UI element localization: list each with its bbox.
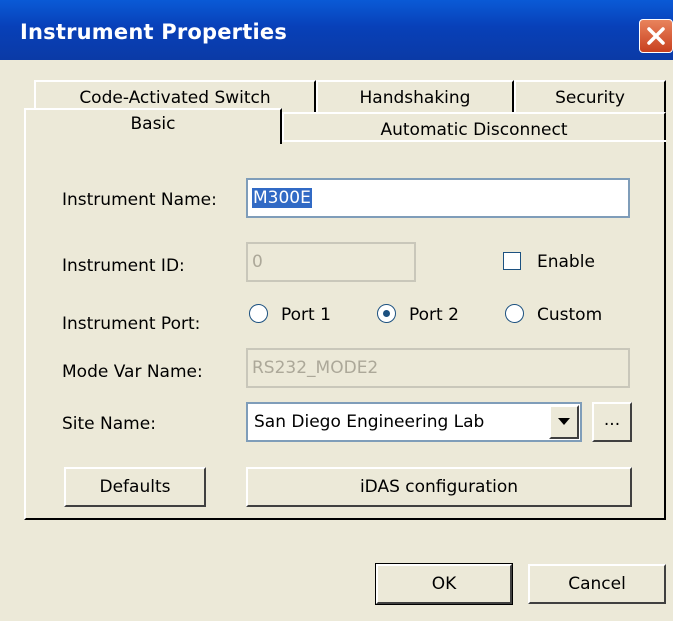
tab-label: Automatic Disconnect xyxy=(380,120,568,140)
tab-basic[interactable]: Basic xyxy=(24,108,282,144)
tab-label: Security xyxy=(555,88,625,108)
chevron-down-icon[interactable] xyxy=(549,405,579,439)
instrument-port-label: Instrument Port: xyxy=(62,314,201,334)
site-name-value: San Diego Engineering Lab xyxy=(254,412,485,432)
ok-button[interactable]: OK xyxy=(375,563,513,605)
enable-label: Enable xyxy=(537,252,595,272)
custom-label: Custom xyxy=(537,305,603,325)
port-1-radio[interactable] xyxy=(249,304,268,323)
port-2-radio[interactable] xyxy=(377,304,396,323)
cancel-button[interactable]: Cancel xyxy=(528,564,666,604)
mode-var-name-input[interactable]: RS232_MODE2 xyxy=(246,348,630,388)
title-bar: Instrument Properties xyxy=(0,0,673,60)
close-icon xyxy=(647,27,665,45)
enable-checkbox[interactable] xyxy=(503,252,521,270)
instrument-id-input[interactable]: 0 xyxy=(246,242,416,282)
close-button[interactable] xyxy=(639,19,673,53)
instrument-id-label: Instrument ID: xyxy=(62,256,185,276)
instrument-name-input[interactable]: M300E xyxy=(246,178,630,218)
site-browse-button[interactable]: ... xyxy=(592,402,632,442)
tab-label: Handshaking xyxy=(359,88,471,108)
port-1-label: Port 1 xyxy=(281,305,331,325)
instrument-name-label: Instrument Name: xyxy=(62,190,217,210)
window-title: Instrument Properties xyxy=(20,20,288,44)
idas-configuration-button[interactable]: iDAS configuration xyxy=(246,467,632,507)
tab-handshaking[interactable]: Handshaking xyxy=(316,80,514,112)
defaults-button[interactable]: Defaults xyxy=(64,467,206,507)
port-2-label: Port 2 xyxy=(409,305,459,325)
tab-security[interactable]: Security xyxy=(514,80,666,112)
mode-var-name-label: Mode Var Name: xyxy=(62,362,203,382)
site-name-label: Site Name: xyxy=(62,414,156,434)
site-name-dropdown[interactable]: San Diego Engineering Lab xyxy=(246,402,582,442)
tab-label: Code-Activated Switch xyxy=(79,88,271,108)
tab-label: Basic xyxy=(130,114,176,134)
custom-radio[interactable] xyxy=(505,304,524,323)
tab-automatic-disconnect[interactable]: Automatic Disconnect xyxy=(282,112,666,142)
